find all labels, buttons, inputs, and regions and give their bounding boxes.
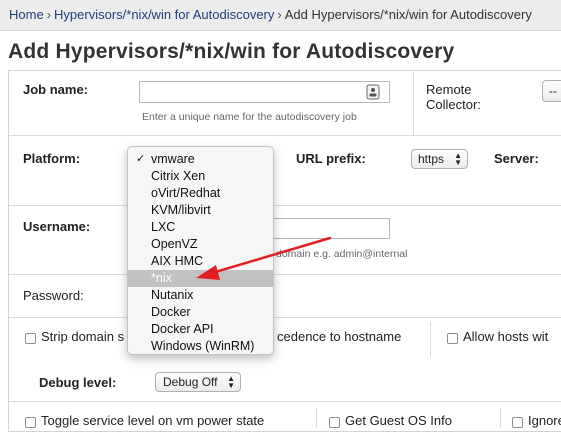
page-title: Add Hypervisors/*nix/win for Autodiscove… — [8, 40, 455, 63]
platform-option-docker-api[interactable]: Docker API — [128, 321, 273, 338]
job-name-hint: Enter a unique name for the autodiscover… — [142, 111, 357, 123]
remote-collector-select[interactable]: -- — [542, 80, 561, 102]
url-prefix-select[interactable]: https ▲ ▼ — [411, 149, 468, 169]
option-label: oVirt/Redhat — [151, 186, 221, 200]
option-label: Docker API — [151, 322, 214, 336]
option-label: KVM/libvirt — [151, 203, 211, 217]
column-divider — [316, 408, 317, 428]
password-label: Password: — [23, 288, 84, 303]
platform-option-lxc[interactable]: LXC — [128, 219, 273, 236]
platform-label: Platform: — [23, 151, 81, 166]
url-prefix-label: URL prefix: — [296, 151, 366, 166]
contact-card-icon — [366, 84, 380, 100]
option-label: Docker — [151, 305, 191, 319]
debug-level-select[interactable]: Debug Off ▲ ▼ — [155, 372, 241, 392]
option-label: LXC — [151, 220, 176, 234]
toggle-service-label: Toggle service level on vm power state — [41, 413, 265, 428]
job-name-input[interactable] — [139, 81, 390, 103]
updown-arrows-icon: ▲ ▼ — [227, 374, 235, 390]
allow-hosts-label: Allow hosts wit — [463, 329, 549, 344]
annotation-arrow — [196, 236, 332, 280]
debug-level-value: Debug Off — [163, 375, 218, 389]
breadcrumb-current: Add Hypervisors/*nix/win for Autodiscove… — [284, 7, 532, 22]
job-name-label: Job name: — [23, 82, 89, 97]
breadcrumb-home-link[interactable]: Home — [9, 7, 44, 22]
option-label: Nutanix — [151, 288, 194, 302]
option-label: vmware — [151, 152, 195, 166]
column-divider — [413, 72, 414, 135]
get-guest-os-label: Get Guest OS Info — [345, 413, 452, 428]
checkmark-icon: ✓ — [136, 153, 146, 165]
strip-domain-checkbox[interactable] — [25, 333, 36, 344]
platform-option-citrix-xen[interactable]: Citrix Xen — [128, 168, 273, 185]
debug-level-label: Debug level: — [39, 375, 117, 390]
updown-arrows-icon: ▲ ▼ — [454, 151, 462, 167]
platform-option-vmware[interactable]: ✓ vmware — [128, 151, 273, 168]
option-label: *nix — [151, 271, 172, 285]
breadcrumb-separator: › — [46, 7, 52, 22]
breadcrumb-separator: › — [277, 7, 282, 22]
breadcrumb: Home › Hypervisors/*nix/win for Autodiscov… — [9, 7, 532, 22]
precedence-hostname-label: cedence to hostname — [277, 329, 402, 344]
row-divider — [9, 135, 561, 136]
username-label: Username: — [23, 219, 91, 234]
platform-option-kvm-libvirt[interactable]: KVM/libvirt — [128, 202, 273, 219]
url-prefix-value: https — [418, 152, 445, 166]
remote-collector-label: Remote Collector: — [426, 82, 481, 112]
allow-hosts-checkbox[interactable] — [447, 333, 458, 344]
platform-option-ovirt-redhat[interactable]: oVirt/Redhat — [128, 185, 273, 202]
platform-option-nutanix[interactable]: Nutanix — [128, 287, 273, 304]
platform-option-docker[interactable]: Docker — [128, 304, 273, 321]
platform-option-windows-winrm[interactable]: Windows (WinRM) — [128, 338, 273, 355]
server-label: Server: — [494, 151, 539, 166]
strip-domain-label: Strip domain s — [41, 329, 125, 344]
row-divider — [9, 317, 561, 318]
column-divider — [430, 322, 431, 357]
option-label: Citrix Xen — [151, 169, 206, 183]
row-divider — [9, 401, 561, 402]
ignore-label: Ignore — [528, 413, 561, 428]
breadcrumb-hypervisors-link[interactable]: Hypervisors/*nix/win for Autodiscovery — [54, 7, 274, 22]
row-divider — [9, 205, 561, 206]
option-label: Windows (WinRM) — [151, 339, 255, 353]
column-divider — [500, 408, 501, 428]
